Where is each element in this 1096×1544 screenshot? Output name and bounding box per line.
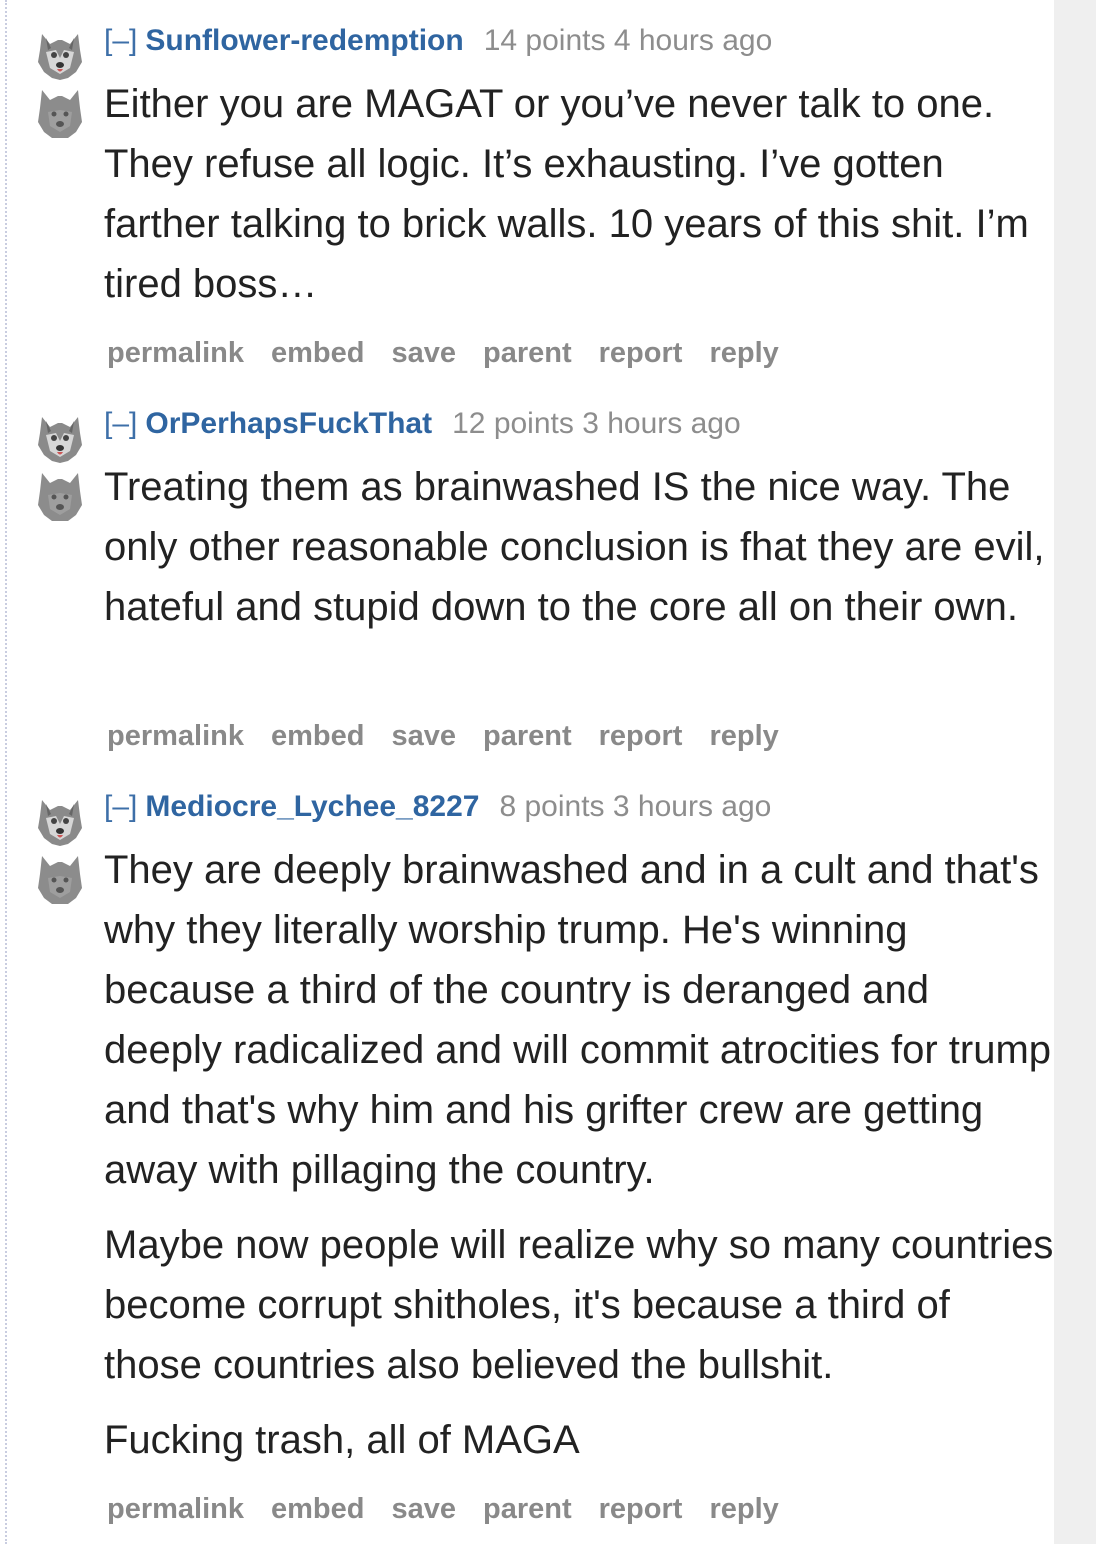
downvote-wolf-icon[interactable] [36, 852, 84, 906]
permalink-button[interactable]: permalink [107, 720, 244, 752]
report-button[interactable]: report [599, 337, 683, 369]
reply-button[interactable]: reply [709, 720, 778, 752]
comment-actions: permalink embed save parent report reply [107, 1492, 806, 1526]
comment-actions: permalink embed save parent report reply [107, 336, 806, 370]
save-button[interactable]: save [391, 1493, 456, 1525]
upvote-wolf-icon[interactable] [36, 794, 84, 848]
report-button[interactable]: report [599, 1493, 683, 1525]
comment-actions: permalink embed save parent report reply [107, 719, 806, 753]
comment-score: 12 points [452, 407, 574, 440]
embed-button[interactable]: embed [271, 1493, 364, 1525]
comment-body: Either you are MAGAT or you’ve never tal… [104, 74, 1054, 314]
reply-button[interactable]: reply [709, 1493, 778, 1525]
scrollbar-gutter[interactable] [1054, 0, 1096, 1544]
parent-button[interactable]: parent [483, 1493, 572, 1525]
comment-tagline: [–] Mediocre_Lychee_8227 8 points 3 hours … [104, 792, 771, 822]
save-button[interactable]: save [391, 337, 456, 369]
permalink-button[interactable]: permalink [107, 1493, 244, 1525]
comment-body: They are deeply brainwashed and in a cul… [104, 840, 1054, 1470]
comment-timestamp: 4 hours ago [613, 24, 773, 57]
embed-button[interactable]: embed [271, 337, 364, 369]
author-link[interactable]: OrPerhapsFuckThat [145, 407, 432, 440]
comment-paragraph: Maybe now people will realize why so man… [104, 1223, 1054, 1387]
comment-thread-page: [–] Sunflower-redemption 14 points 4 hours… [0, 0, 1096, 1544]
permalink-button[interactable]: permalink [107, 337, 244, 369]
report-button[interactable]: report [599, 720, 683, 752]
parent-button[interactable]: parent [483, 720, 572, 752]
downvote-wolf-icon[interactable] [36, 469, 84, 523]
comment-paragraph: They are deeply brainwashed and in a cul… [104, 848, 1052, 1192]
upvote-wolf-icon[interactable] [36, 28, 84, 82]
collapse-toggle[interactable]: [–] [104, 407, 137, 440]
comment-tagline: [–] Sunflower-redemption 14 points 4 hours… [104, 26, 772, 56]
vote-arrows [36, 794, 84, 906]
parent-button[interactable]: parent [483, 337, 572, 369]
comment-paragraph: Either you are MAGAT or you’ve never tal… [104, 82, 1029, 306]
downvote-wolf-icon[interactable] [36, 86, 84, 140]
collapse-toggle[interactable]: [–] [104, 790, 137, 823]
vote-arrows [36, 28, 84, 140]
comment-tagline: [–] OrPerhapsFuckThat 12 points 3 hours ag… [104, 409, 741, 439]
reply-button[interactable]: reply [709, 337, 778, 369]
thread-indent-line[interactable] [5, 0, 7, 1544]
comment-timestamp: 3 hours ago [612, 790, 772, 823]
comment-body: Treating them as brainwashed IS the nice… [104, 457, 1054, 637]
comment-timestamp: 3 hours ago [582, 407, 741, 440]
collapse-toggle[interactable]: [–] [104, 24, 137, 57]
comment-score: 14 points [483, 24, 606, 57]
author-link[interactable]: Sunflower-redemption [145, 24, 463, 57]
upvote-wolf-icon[interactable] [36, 411, 84, 465]
save-button[interactable]: save [391, 720, 456, 752]
comment-score: 8 points [499, 790, 605, 823]
embed-button[interactable]: embed [271, 720, 364, 752]
vote-arrows [36, 411, 84, 523]
comment-paragraph: Fucking trash, all of MAGA [104, 1418, 580, 1462]
author-link[interactable]: Mediocre_Lychee_8227 [145, 790, 479, 823]
comment-paragraph: Treating them as brainwashed IS the nice… [104, 465, 1045, 629]
